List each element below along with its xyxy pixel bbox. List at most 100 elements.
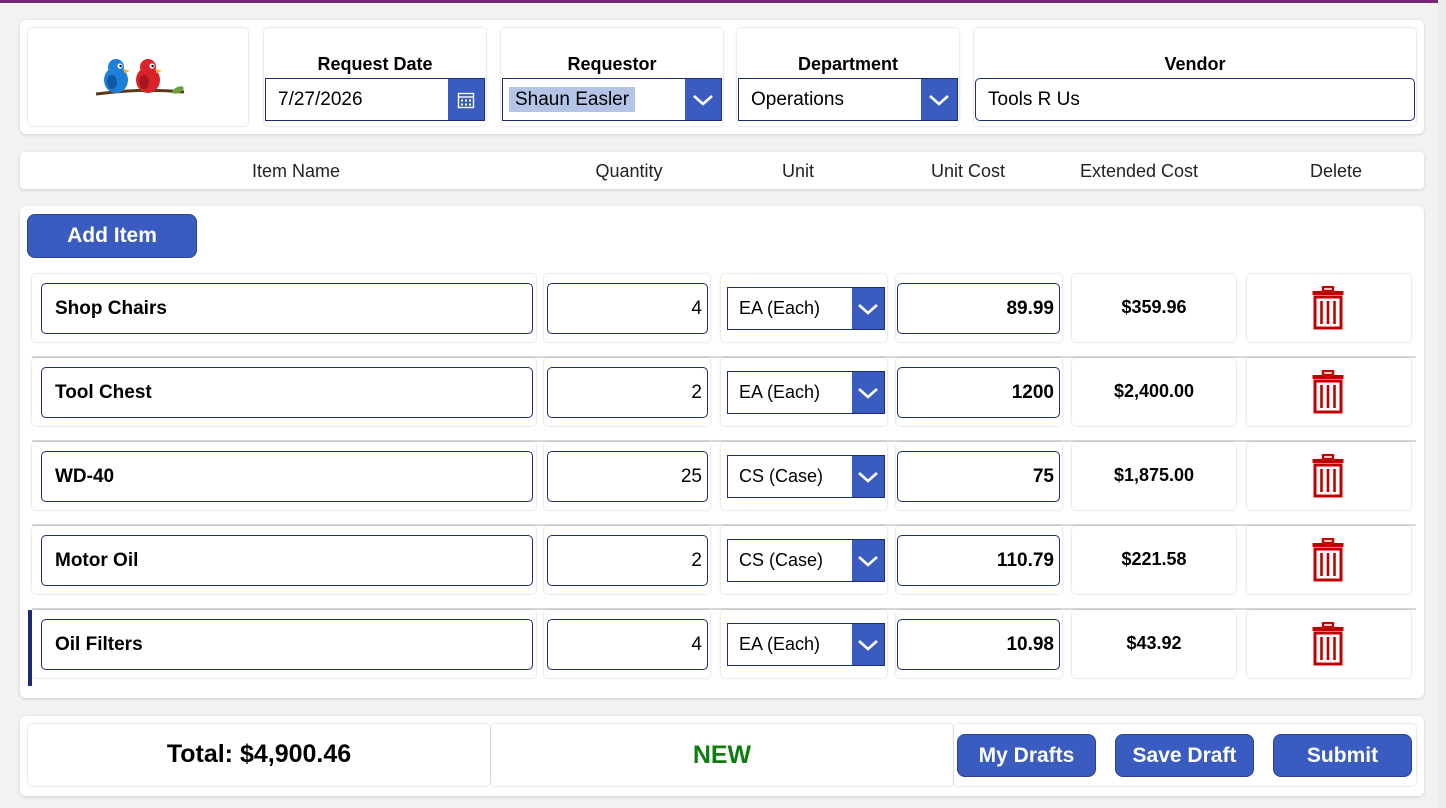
vendor-tile: Vendor Tools R Us xyxy=(974,28,1416,126)
trash-icon xyxy=(1312,370,1344,414)
request-date-picker[interactable]: 7/27/2026 xyxy=(265,78,485,121)
unit-dropdown[interactable]: EA (Each) xyxy=(727,371,885,414)
chevron-down-icon xyxy=(693,94,713,106)
delete-button[interactable] xyxy=(1247,526,1411,594)
unit-cost-value: 1200 xyxy=(1011,381,1054,403)
column-unit-cost: Unit Cost xyxy=(930,161,1006,181)
unit-dropdown-button[interactable] xyxy=(852,456,884,497)
unit-dropdown-button[interactable] xyxy=(852,288,884,329)
extended-cost-value: $43.92 xyxy=(1126,633,1182,653)
calendar-icon xyxy=(457,92,475,108)
unit-dropdown-button[interactable] xyxy=(852,540,884,581)
item-name-input[interactable]: Tool Chest xyxy=(41,367,533,418)
chevron-down-icon xyxy=(858,471,878,483)
unit-cost-input[interactable]: 110.79 xyxy=(897,535,1060,586)
window-edge xyxy=(1438,0,1446,808)
column-extended-cost: Extended Cost xyxy=(1079,161,1199,181)
chevron-down-icon xyxy=(858,555,878,567)
unit-cost-input[interactable]: 10.98 xyxy=(897,619,1060,670)
add-item-button[interactable]: Add Item xyxy=(27,214,197,258)
unit-cost-input[interactable]: 1200 xyxy=(897,367,1060,418)
delete-button[interactable] xyxy=(1247,358,1411,426)
extended-cost-value: $2,400.00 xyxy=(1113,381,1195,401)
unit-dropdown[interactable]: CS (Case) xyxy=(727,455,885,498)
request-date-value: 7/27/2026 xyxy=(278,88,363,110)
unit-value: EA (Each) xyxy=(739,382,821,402)
top-accent-bar xyxy=(0,0,1446,3)
item-name-input[interactable]: Motor Oil xyxy=(41,535,533,586)
vendor-input[interactable]: Tools R Us xyxy=(975,78,1415,121)
department-value: Operations xyxy=(751,88,844,110)
delete-button[interactable] xyxy=(1247,610,1411,678)
trash-icon xyxy=(1312,286,1344,330)
column-delete: Delete xyxy=(1309,161,1363,181)
request-header-panel: Request Date 7/27/2026 Requestor Shaun E… xyxy=(20,20,1424,134)
column-item-name: Item Name xyxy=(251,161,341,181)
unit-cost-input[interactable]: 89.99 xyxy=(897,283,1060,334)
item-name-input[interactable]: WD-40 xyxy=(41,451,533,502)
table-row: WD-40 25 CS (Case) 75 $1,875.00 xyxy=(32,442,1416,526)
status-badge: NEW xyxy=(692,741,752,769)
department-tile: Department Operations xyxy=(737,28,959,126)
unit-cost-value: 110.79 xyxy=(996,549,1054,571)
quantity-input[interactable]: 25 xyxy=(547,451,708,502)
item-name-value: WD-40 xyxy=(55,465,115,487)
item-name-value: Tool Chest xyxy=(55,381,152,403)
quantity-input[interactable]: 4 xyxy=(547,619,708,670)
actions-tile: My Drafts Save Draft Submit xyxy=(954,724,1416,786)
quantity-input[interactable]: 4 xyxy=(547,283,708,334)
quantity-value: 2 xyxy=(691,549,702,571)
department-dropdown-button[interactable] xyxy=(921,79,957,120)
requestor-value: Shaun Easler xyxy=(509,86,636,112)
table-row: Shop Chairs 4 EA (Each) 89.99 $359.96 xyxy=(32,274,1416,358)
chevron-down-icon xyxy=(858,387,878,399)
unit-dropdown-button[interactable] xyxy=(852,624,884,665)
unit-cost-value: 89.99 xyxy=(1006,297,1054,319)
delete-button[interactable] xyxy=(1247,442,1411,510)
extended-cost-value: $221.58 xyxy=(1121,549,1187,569)
requestor-dropdown[interactable]: Shaun Easler xyxy=(502,78,722,121)
my-drafts-button[interactable]: My Drafts xyxy=(957,734,1096,777)
birds-logo xyxy=(95,59,185,96)
table-row: Tool Chest 2 EA (Each) 1200 $2,400.00 xyxy=(32,358,1416,442)
department-dropdown[interactable]: Operations xyxy=(738,78,958,121)
unit-cost-input[interactable]: 75 xyxy=(897,451,1060,502)
delete-button[interactable] xyxy=(1247,274,1411,342)
chevron-down-icon xyxy=(858,303,878,315)
save-draft-button[interactable]: Save Draft xyxy=(1115,734,1254,777)
item-name-value: Motor Oil xyxy=(55,549,139,571)
unit-dropdown[interactable]: EA (Each) xyxy=(727,287,885,330)
extended-cost-value: $359.96 xyxy=(1121,297,1187,317)
item-name-value: Oil Filters xyxy=(55,633,143,655)
quantity-input[interactable]: 2 xyxy=(547,367,708,418)
calendar-button[interactable] xyxy=(448,79,484,120)
line-items-panel: Add Item Shop Chairs 4 EA (Each) 89.99 $359.… xyxy=(20,206,1424,698)
unit-dropdown[interactable]: CS (Case) xyxy=(727,539,885,582)
quantity-value: 4 xyxy=(691,297,702,319)
column-unit: Unit xyxy=(781,161,815,181)
unit-dropdown-button[interactable] xyxy=(852,372,884,413)
trash-icon xyxy=(1312,622,1344,666)
requestor-dropdown-button[interactable] xyxy=(685,79,721,120)
quantity-input[interactable]: 2 xyxy=(547,535,708,586)
unit-value: CS (Case) xyxy=(739,550,824,570)
item-name-input[interactable]: Shop Chairs xyxy=(41,283,533,334)
unit-dropdown[interactable]: EA (Each) xyxy=(727,623,885,666)
vendor-value: Tools R Us xyxy=(988,88,1080,110)
requestor-tile: Requestor Shaun Easler xyxy=(501,28,723,126)
unit-value: CS (Case) xyxy=(739,466,824,486)
trash-icon xyxy=(1312,538,1344,582)
item-name-input[interactable]: Oil Filters xyxy=(41,619,533,670)
logo-tile xyxy=(28,28,248,126)
chevron-down-icon xyxy=(858,639,878,651)
unit-cost-value: 75 xyxy=(1032,465,1054,487)
quantity-value: 4 xyxy=(691,633,702,655)
unit-value: EA (Each) xyxy=(739,298,821,318)
requestor-label: Requestor xyxy=(567,54,657,74)
submit-button[interactable]: Submit xyxy=(1273,734,1412,777)
status-tile: NEW xyxy=(491,724,953,786)
column-header-bar: Item Name Quantity Unit Unit Cost Extend… xyxy=(20,152,1424,189)
total-tile: Total: $4,900.46 xyxy=(28,724,490,786)
quantity-value: 2 xyxy=(691,381,702,403)
item-name-value: Shop Chairs xyxy=(55,297,167,319)
